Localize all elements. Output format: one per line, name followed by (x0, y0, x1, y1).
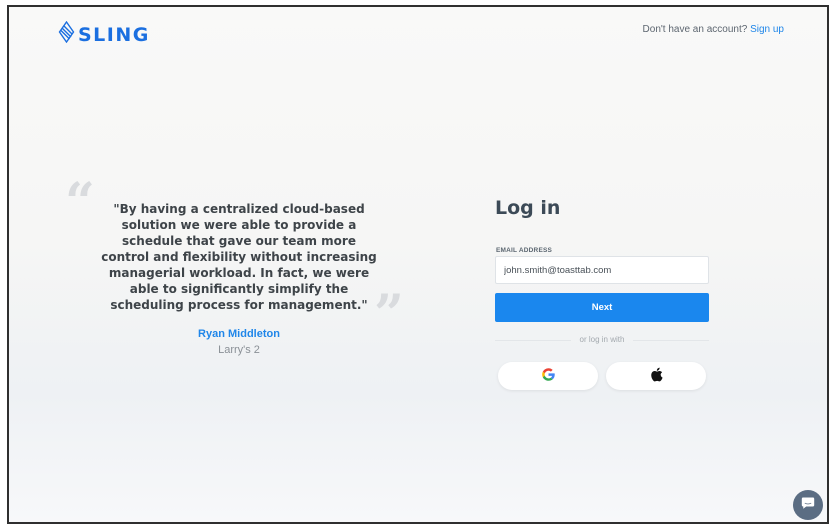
chat-launcher-button[interactable] (793, 490, 823, 520)
signup-link[interactable]: Sign up (750, 24, 784, 35)
email-field[interactable] (495, 256, 709, 284)
login-title: Log in (495, 197, 561, 219)
next-button[interactable]: Next (495, 293, 709, 322)
apple-icon (650, 367, 663, 385)
brand-name: SLING (78, 23, 150, 46)
email-label: EMAIL ADDRESS (496, 247, 553, 254)
apple-login-button[interactable] (606, 362, 706, 390)
divider-line-right (633, 340, 709, 341)
google-login-button[interactable] (498, 362, 598, 390)
testimonial-author: Ryan Middleton (198, 328, 280, 340)
open-quote-icon: “ (65, 172, 95, 233)
signup-prompt-text: Don't have an account? (642, 24, 748, 35)
sling-logo-icon (58, 20, 75, 48)
google-icon (541, 368, 555, 384)
testimonial-quote: "By having a centralized cloud-based sol… (101, 202, 377, 312)
signup-prompt: Don't have an account? Sign up (643, 24, 784, 35)
page-frame: SLING Don't have an account? Sign up “ "… (7, 5, 829, 524)
testimonial-company: Larry's 2 (218, 344, 260, 356)
brand-logo[interactable]: SLING (58, 20, 150, 48)
chat-icon (801, 496, 815, 515)
